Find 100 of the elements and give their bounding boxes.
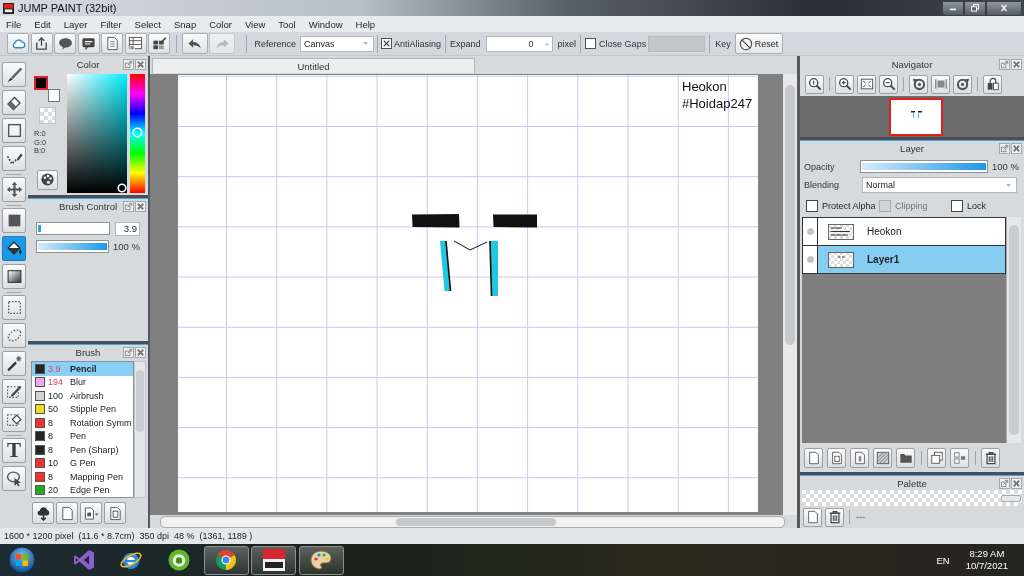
duplicate-button[interactable] [927, 447, 946, 468]
document-button[interactable] [101, 33, 123, 54]
folder-button[interactable] [896, 447, 915, 468]
undock-icon[interactable] [999, 477, 1010, 489]
brush-list-item[interactable]: 8 Rotation Symm [32, 416, 133, 430]
brush-list-item[interactable]: 50 Stipple Pen [32, 402, 133, 416]
reset-button[interactable]: Reset [734, 33, 784, 54]
menu-item[interactable]: File [5, 18, 23, 30]
taskbar-app-button[interactable] [203, 545, 249, 575]
foreground-color-swatch[interactable] [34, 76, 48, 90]
brush-list-item[interactable]: 8 Mapping Pen [32, 470, 133, 484]
text-tool-button[interactable]: T [2, 438, 26, 463]
object-tool-button[interactable] [2, 466, 26, 491]
close-button[interactable] [986, 0, 1022, 16]
close-icon[interactable] [1011, 477, 1022, 489]
color-field[interactable] [67, 74, 127, 193]
vertical-scrollbar[interactable] [783, 74, 797, 515]
drawing-canvas[interactable]: Heokon #Hoidap247 [178, 75, 758, 512]
merge-button[interactable] [950, 447, 969, 468]
marquee-tool-button[interactable] [2, 295, 26, 320]
mask-eraser-tool-button[interactable] [2, 407, 26, 432]
page-frame-button[interactable] [827, 447, 846, 468]
delete-layer-button[interactable] [981, 447, 1000, 468]
zoom-in-button[interactable] [835, 74, 854, 94]
horizontal-scrollbar[interactable] [160, 515, 785, 528]
fill-tool-button[interactable] [2, 208, 26, 233]
table-button[interactable] [124, 33, 147, 54]
clock-date[interactable]: 10/7/2021 [965, 560, 1008, 572]
document-tab[interactable]: Untitled [152, 58, 475, 73]
frame-button[interactable] [931, 74, 950, 94]
shape-tool-button[interactable] [2, 118, 26, 143]
menu-item[interactable]: Color [208, 18, 233, 30]
brush-list-item[interactable]: 100 Airbrush [32, 389, 133, 403]
brush-menu-button[interactable] [80, 502, 102, 524]
bucket-tool-button[interactable] [2, 236, 26, 261]
brush-list-item[interactable]: 3.9 Pencil [32, 362, 133, 376]
rotate-right-button[interactable] [953, 74, 972, 94]
zoom-out-button[interactable] [879, 74, 898, 94]
speech-bubble-button[interactable] [54, 33, 76, 54]
brush-size-field[interactable]: 3.9 [115, 221, 140, 236]
visibility-dot-icon[interactable] [806, 256, 814, 263]
new-palette-button[interactable] [803, 507, 822, 527]
menu-item[interactable]: Snap [173, 18, 198, 30]
restore-button[interactable] [964, 0, 986, 16]
menu-item[interactable]: Tool [277, 18, 297, 30]
brush-settings-button[interactable] [104, 502, 126, 524]
clock-time[interactable]: 8:29 AM [969, 548, 1005, 560]
layer-row[interactable]: Heokon [802, 217, 1006, 246]
scrollbar-thumb[interactable] [1009, 225, 1019, 435]
grid-edit-button[interactable] [148, 33, 170, 54]
comment-button[interactable] [77, 33, 100, 54]
download-button[interactable] [32, 502, 54, 524]
gradient-tool-button[interactable] [2, 264, 26, 289]
wand-tool-button[interactable] [2, 351, 26, 376]
close-icon[interactable] [1011, 58, 1022, 70]
menu-item[interactable]: Window [307, 18, 344, 30]
menu-item[interactable]: Edit [33, 18, 52, 30]
brush-list-item[interactable]: 20 Edge Pen [32, 483, 133, 497]
undock-icon[interactable] [123, 200, 134, 212]
mask-pen-tool-button[interactable] [2, 379, 26, 404]
undock-icon[interactable] [123, 346, 134, 358]
menu-item[interactable]: Help [354, 18, 377, 30]
option-checkbox[interactable] [806, 200, 818, 212]
blending-dropdown[interactable]: Normal [862, 177, 1017, 193]
page-block-button[interactable] [850, 447, 869, 468]
menu-item[interactable]: Layer [62, 18, 89, 30]
palette-button[interactable] [36, 169, 58, 190]
reference-dropdown[interactable]: Canvas [300, 35, 375, 52]
expand-field[interactable]: 0 [485, 35, 553, 52]
zoom-button[interactable] [805, 74, 824, 94]
menu-item[interactable]: Select [133, 18, 162, 30]
layer-row[interactable]: Layer1 [802, 246, 1006, 274]
scrollbar-thumb[interactable] [136, 370, 144, 432]
new-brush-button[interactable] [56, 502, 78, 524]
brush-list-item[interactable]: 10 G Pen [32, 456, 133, 470]
close-icon[interactable] [135, 346, 146, 358]
vertical-scrollbar[interactable] [1006, 217, 1021, 443]
close-gaps-checkbox[interactable] [585, 38, 597, 49]
brush-list-item[interactable]: 8 Pen [32, 429, 133, 443]
undock-icon[interactable] [999, 58, 1010, 70]
brush-size-slider[interactable] [36, 222, 110, 235]
close-icon[interactable] [1011, 142, 1022, 154]
picker-ring-icon[interactable] [117, 183, 127, 193]
rotate-left-button[interactable] [909, 74, 928, 94]
undock-icon[interactable] [999, 142, 1010, 154]
polyline-tool-button[interactable] [2, 146, 26, 171]
transparent-swatch[interactable] [38, 107, 56, 124]
language-indicator[interactable]: EN [936, 554, 950, 566]
close-icon[interactable] [135, 58, 146, 70]
hue-thumb-icon[interactable] [132, 126, 143, 138]
brush-list-item[interactable]: 8 Pen (Sharp) [32, 443, 133, 457]
strip-handle[interactable] [1001, 494, 1021, 502]
antialiasing-checkbox[interactable] [381, 38, 393, 49]
delete-palette-button[interactable] [825, 507, 844, 527]
option-checkbox[interactable] [951, 200, 963, 212]
padlock-button[interactable] [983, 74, 1002, 94]
menu-item[interactable]: Filter [99, 18, 123, 30]
canvas-preview-drawing[interactable] [889, 97, 943, 136]
brush-tool-button[interactable] [2, 62, 26, 87]
hue-slider[interactable] [130, 74, 145, 193]
